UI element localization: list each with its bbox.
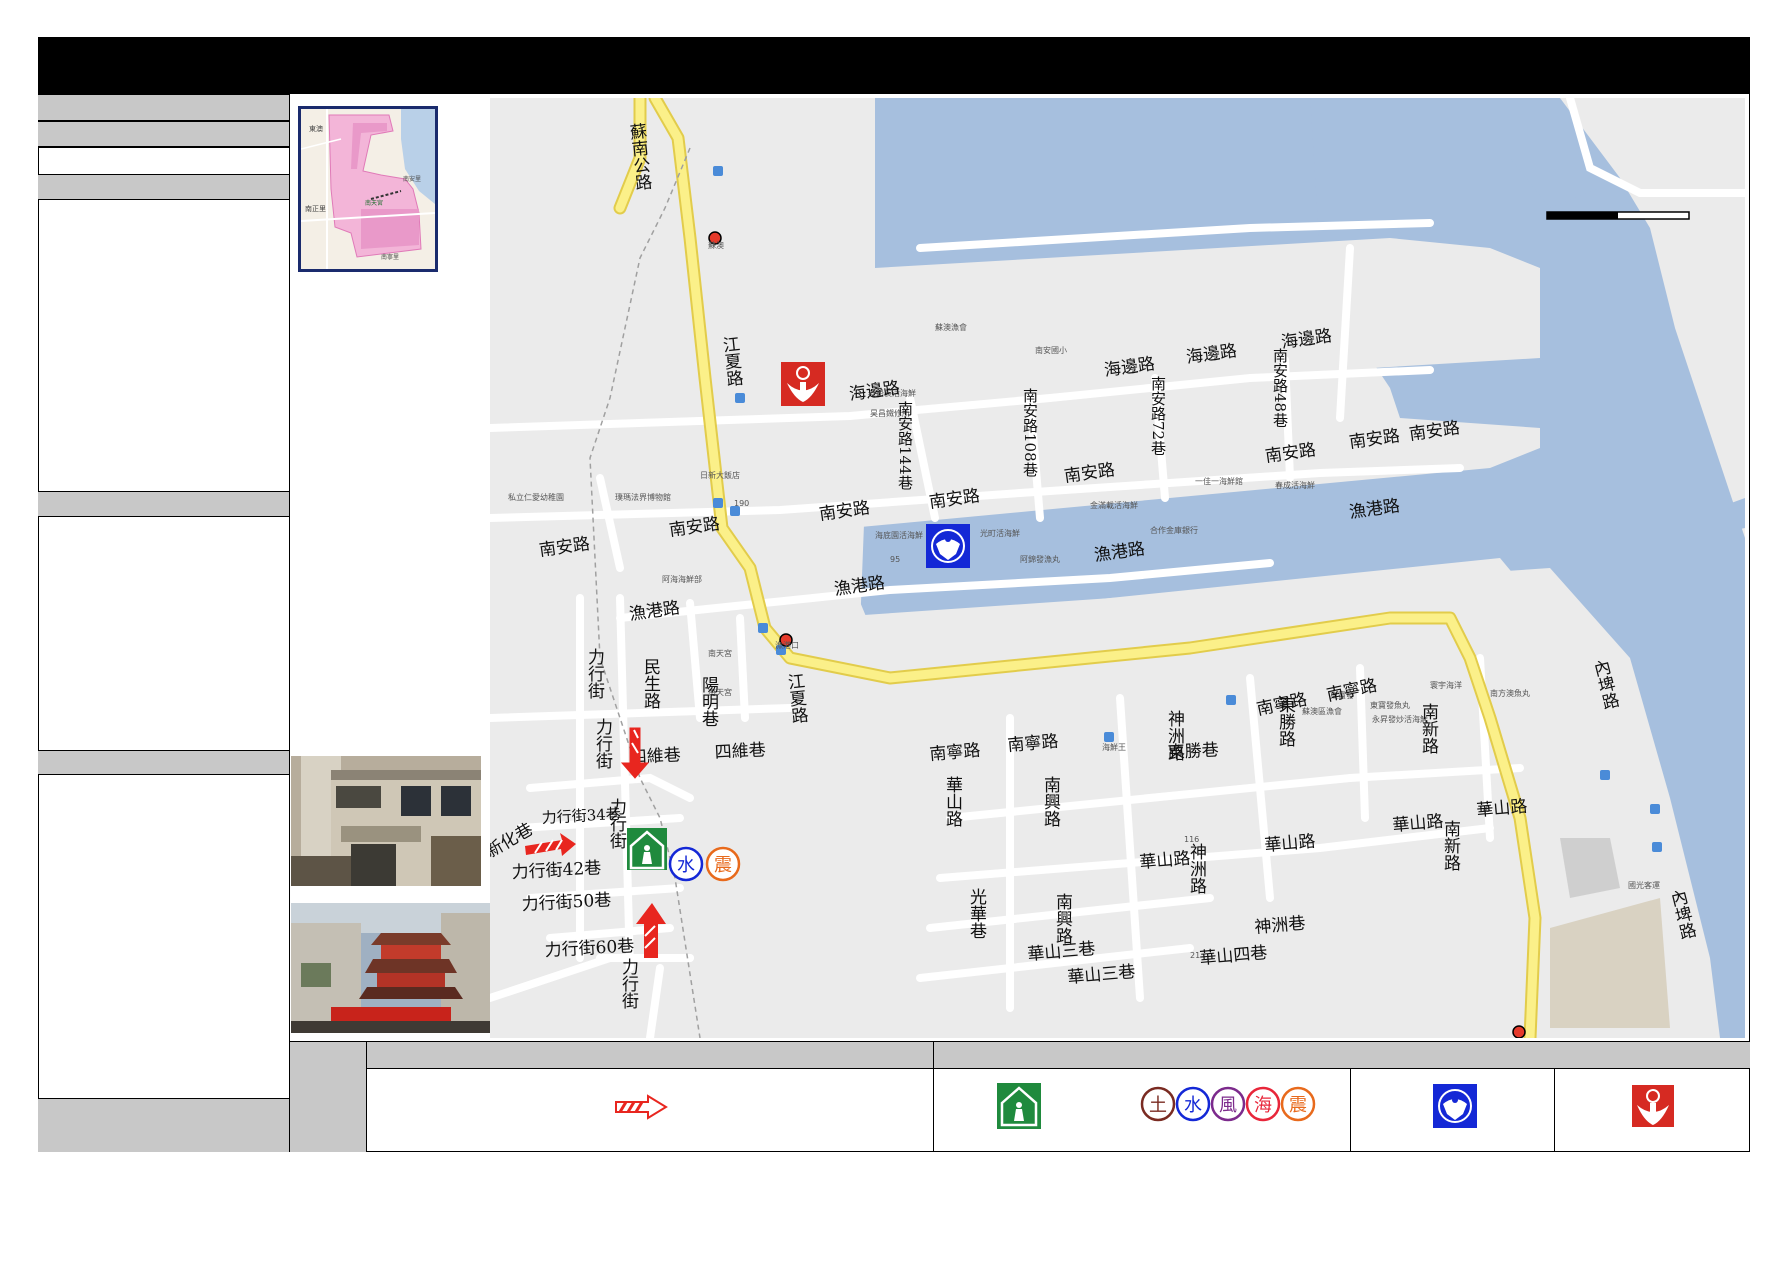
sidebar-header-3	[38, 174, 289, 200]
inset-label: 南正里	[305, 204, 326, 213]
scale-bar	[1546, 211, 1690, 220]
poi-label: 漁港口	[775, 640, 799, 650]
road-label: 神洲路	[1164, 710, 1185, 761]
poi-label: 合作金庫銀行	[1150, 525, 1198, 535]
poi-label: 阿錦發漁丸	[1020, 554, 1060, 564]
tsunami-icon: 海	[1245, 1086, 1281, 1122]
inset-label: 南寧里	[381, 253, 399, 261]
inset-label: 東澳	[309, 124, 323, 133]
poi-label: 南安國小	[1035, 345, 1067, 355]
road-label: 南安路108巷	[1021, 388, 1039, 477]
poi-label: 光町活海鮮	[980, 528, 1020, 538]
road-label: 南興路	[1040, 776, 1061, 827]
road-label: 力行街	[618, 958, 639, 1009]
road-label: 陽明巷	[698, 676, 719, 727]
poi-label: 阿海海鮮部	[662, 574, 702, 584]
evacuation-map[interactable]: 蘇澳漁會 老船長活海鮮 昊昌鐵修所 日新大飯店 璞瑪法界博物館 私立仁愛幼稚園 …	[490, 98, 1745, 1038]
poi-label: 寰宇海洋	[1430, 680, 1462, 690]
flood-icon: 水	[668, 846, 704, 882]
poi-label: 蘇澳漁會	[935, 322, 967, 332]
legend-header-row	[367, 1041, 1750, 1069]
poi-label: 南天宮	[708, 648, 732, 658]
sidebar-divider	[38, 147, 289, 148]
road-label: 南安路144巷	[896, 401, 914, 490]
inset-location-map: 東澳 南正里 南安里 南寧里 南天宮	[298, 106, 438, 272]
road-label: 南安路48巷	[1271, 348, 1289, 427]
poi-label: 金滿載活海鮮	[1090, 500, 1138, 510]
road-label: 南安路72巷	[1149, 376, 1167, 455]
road-label: 力行街	[606, 798, 627, 849]
svg-text:土: 土	[1149, 1095, 1167, 1116]
sidebar-footer	[38, 1098, 289, 1152]
poi-label: 海底園活海鮮	[875, 530, 923, 540]
sidebar-header-4	[38, 491, 289, 517]
road-label: 力行街	[584, 648, 605, 699]
legend-shelter-icon	[997, 1083, 1041, 1129]
poi-label: 東寶發魚丸	[1370, 700, 1410, 710]
poi-label: 95	[890, 555, 900, 564]
road-label: 南新路	[1418, 703, 1439, 754]
road-label: 東勝路	[1275, 696, 1296, 747]
map-legend: 土 水 風 海 震	[290, 1041, 1750, 1152]
evacuation-shelter-icon	[627, 828, 667, 870]
sidebar-header-5	[38, 750, 289, 775]
title-bar	[38, 37, 1750, 94]
road-label: 南興路	[1052, 893, 1073, 944]
building-photo	[291, 756, 481, 886]
sidebar-header-1	[38, 94, 289, 121]
legend-fire-icon	[1632, 1085, 1674, 1127]
earthquake-icon: 震	[1280, 1086, 1316, 1122]
svg-text:海: 海	[1254, 1095, 1272, 1116]
typhoon-icon: 風	[1210, 1086, 1246, 1122]
svg-text:水: 水	[677, 855, 695, 876]
road-label: 力行街	[592, 718, 613, 769]
road-label: 南新路	[1440, 820, 1461, 871]
svg-text:風: 風	[1219, 1095, 1237, 1116]
poi-label: 海鮮王	[1102, 742, 1126, 752]
poi-label: 一佳一海鮮館	[1195, 476, 1243, 486]
poi-label: 春成活海鮮	[1275, 480, 1315, 490]
road-label: 四維巷	[714, 740, 766, 763]
sidebar-header-2	[38, 121, 289, 147]
temple-photo	[291, 903, 496, 1033]
legend-police-icon	[1433, 1084, 1477, 1128]
poi-label: 190	[734, 499, 749, 508]
poi-label: 國光客運	[1628, 880, 1660, 890]
road-label: 神洲路	[1186, 843, 1207, 894]
info-sidebar	[38, 94, 290, 1152]
poi-label: 璞瑪法界博物館	[615, 492, 671, 502]
earthquake-icon: 震	[705, 846, 741, 882]
road-label: 華山路	[942, 776, 963, 827]
svg-text:震: 震	[1289, 1095, 1307, 1116]
fire-department-icon	[781, 362, 825, 406]
road-label: 民生路	[640, 658, 661, 709]
poi-label: 日新大飯店	[700, 470, 740, 480]
poi-label: 南方澳魚丸	[1490, 688, 1530, 698]
flood-icon: 水	[1175, 1086, 1211, 1122]
legend-disaster-icons: 土 水 風 海 震	[1140, 1085, 1320, 1123]
poi-label: 私立仁愛幼稚園	[508, 492, 564, 502]
svg-text:震: 震	[714, 855, 732, 876]
legend-side-header	[290, 1041, 367, 1152]
inset-label: 南天宮	[365, 199, 383, 207]
svg-text:水: 水	[1184, 1095, 1202, 1116]
police-station-icon	[926, 524, 970, 568]
road-label: 光華巷	[966, 888, 987, 939]
legend-evacuation-arrow	[614, 1093, 668, 1121]
poi-label: 蘇澳	[708, 240, 724, 250]
landslide-icon: 土	[1140, 1086, 1176, 1122]
inset-label: 南安里	[403, 175, 421, 183]
